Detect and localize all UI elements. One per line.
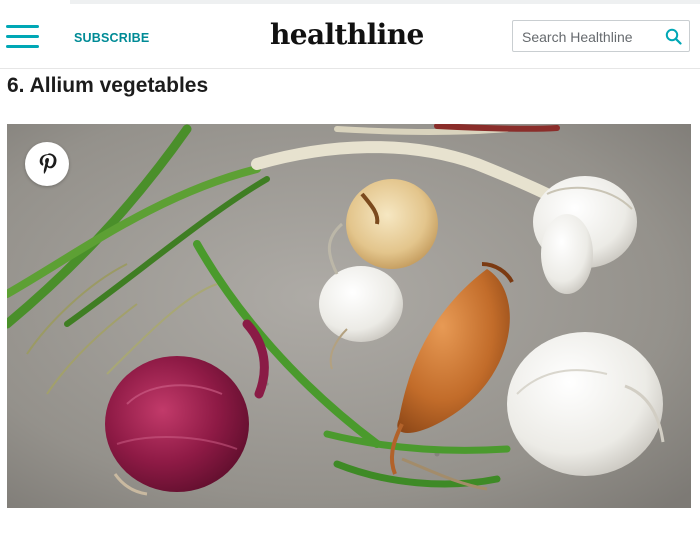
pinterest-icon xyxy=(39,153,57,174)
subscribe-link[interactable]: SUBSCRIBE xyxy=(74,31,149,45)
pinterest-save-button[interactable] xyxy=(25,142,69,186)
search-icon[interactable] xyxy=(665,28,682,45)
section-title: 6. Allium vegetables xyxy=(7,74,209,97)
header-top-strip xyxy=(70,0,700,4)
search-box[interactable] xyxy=(512,20,690,52)
hamburger-menu-icon[interactable] xyxy=(6,25,39,48)
healthline-logo[interactable]: healthline xyxy=(270,18,424,52)
allium-vegetables-photo xyxy=(7,124,691,508)
site-header: SUBSCRIBE healthline xyxy=(0,0,700,69)
search-input[interactable] xyxy=(522,28,658,46)
